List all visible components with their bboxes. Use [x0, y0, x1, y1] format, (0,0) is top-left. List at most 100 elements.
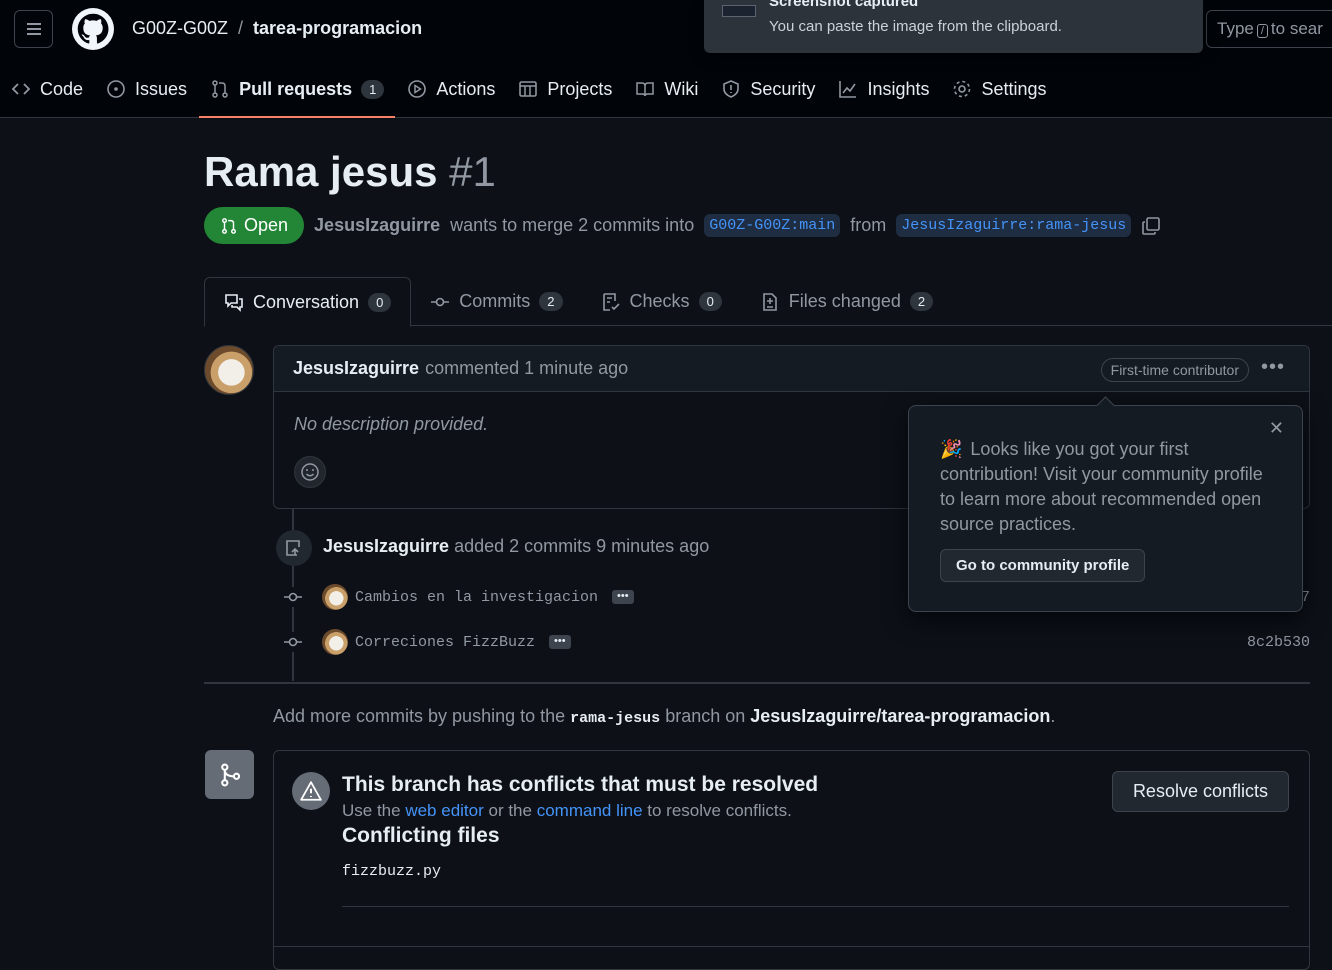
gear-icon	[954, 80, 971, 98]
resolve-conflicts-button[interactable]: Resolve conflicts	[1111, 771, 1289, 812]
github-logo-icon[interactable]	[72, 8, 114, 50]
tab-wiki[interactable]: Wiki	[624, 66, 709, 112]
divider	[342, 906, 1289, 907]
community-profile-button[interactable]: Go to community profile	[940, 549, 1146, 582]
graph-icon	[839, 81, 857, 98]
tab-commits-count: 2	[539, 292, 563, 311]
breadcrumb-separator: /	[238, 18, 244, 38]
first-time-contributor-badge[interactable]: First-time contributor	[1100, 358, 1249, 382]
commit-sha-link[interactable]: 8c2b530	[1247, 634, 1310, 651]
pr-author-link[interactable]: JesusIzaguirre	[314, 215, 440, 236]
tab-insights-label: Insights	[867, 78, 930, 99]
alert-icon	[292, 772, 330, 810]
push-description: added 2 commits 9 minutes ago	[454, 536, 710, 556]
smiley-icon	[301, 463, 319, 481]
avatar[interactable]	[204, 345, 254, 395]
comment-author-link[interactable]: JesusIzaguirre	[293, 358, 419, 379]
commit-message-link[interactable]: Cambios en la investigacion	[355, 589, 598, 606]
pr-tabs: Conversation 0 Commits 2 Checks 0 Files …	[204, 277, 1332, 327]
party-popper-icon: 🎉	[940, 439, 963, 459]
screenshot-thumbnail	[722, 5, 756, 17]
commit-message-link[interactable]: Correciones FizzBuzz	[355, 634, 535, 651]
divider	[274, 946, 1309, 947]
tab-conversation-count: 0	[368, 292, 392, 312]
add-more-middle: branch on	[665, 706, 746, 726]
repo-link[interactable]: tarea-programacion	[253, 18, 422, 39]
tab-issues-label: Issues	[135, 78, 188, 99]
conflict-heading: This branch has conflicts that must be r…	[342, 773, 819, 796]
close-icon[interactable]: ✕	[1269, 418, 1284, 439]
command-line-link[interactable]: command line	[537, 801, 643, 820]
screenshot-toast: Screenshot captured You can paste the im…	[704, 0, 1203, 53]
commit-icon	[431, 297, 450, 306]
use-the-text: Use the	[342, 801, 401, 820]
conflicting-files-heading: Conflicting files	[342, 824, 500, 847]
tab-files-changed-count: 2	[909, 292, 934, 311]
tab-files-changed[interactable]: Files changed 2	[741, 277, 952, 326]
tab-security[interactable]: Security	[710, 66, 826, 112]
tab-settings-label: Settings	[981, 78, 1047, 99]
git-merge-icon	[205, 750, 254, 799]
tab-projects[interactable]: Projects	[507, 66, 623, 112]
repo-push-icon	[276, 530, 312, 566]
tab-code[interactable]: Code	[0, 66, 94, 112]
comment-icon	[225, 294, 243, 312]
popover-message: 🎉 Looks like you got your first contribut…	[940, 437, 1270, 537]
head-branch-link[interactable]: JesusIzaguirre:rama-jesus	[896, 214, 1132, 237]
menu-button[interactable]	[14, 10, 53, 48]
search-placeholder-prefix: Type	[1217, 19, 1254, 38]
kebab-horizontal-icon[interactable]: •••	[1261, 356, 1285, 379]
tab-checks[interactable]: Checks 0	[582, 277, 741, 326]
book-icon	[636, 82, 655, 97]
copy-icon[interactable]	[1141, 216, 1161, 236]
avatar[interactable]	[322, 584, 348, 610]
owner-link[interactable]: G00Z-G00Z	[132, 18, 228, 39]
search-input[interactable]: Type / to sear	[1206, 10, 1332, 48]
list-item: Correciones FizzBuzz ••• 8c2b530	[283, 627, 1310, 657]
head-repo-link[interactable]: JesusIzaguirre/tarea-programacion	[750, 706, 1050, 726]
add-reaction-button[interactable]	[294, 456, 326, 488]
toast-message: You can paste the image from the clipboa…	[769, 18, 1062, 35]
pull-request-icon	[221, 217, 237, 234]
push-author-link[interactable]: JesusIzaguirre	[323, 536, 449, 556]
pr-meta: Open JesusIzaguirre wants to merge 2 com…	[204, 207, 1161, 244]
add-more-prefix: Add more commits by pushing to the	[273, 706, 566, 726]
tab-conversation-label: Conversation	[253, 291, 360, 312]
tab-settings[interactable]: Settings	[941, 66, 1057, 112]
pr-title-text: Rama jesus	[204, 148, 438, 195]
tab-pull-requests[interactable]: Pull requests 1	[199, 66, 396, 118]
tab-conversation[interactable]: Conversation 0	[204, 277, 412, 327]
add-more-suffix: .	[1050, 706, 1056, 726]
commit-icon	[283, 587, 303, 607]
tab-actions[interactable]: Actions	[396, 66, 506, 112]
search-shortcut-key: /	[1256, 24, 1268, 38]
base-branch-link[interactable]: G00Z-G00Z:main	[704, 214, 841, 237]
expand-commit-button[interactable]: •••	[549, 635, 571, 649]
tab-commits-label: Commits	[459, 291, 531, 311]
file-diff-icon	[762, 292, 777, 311]
tab-insights[interactable]: Insights	[827, 66, 940, 112]
tab-checks-count: 0	[698, 292, 722, 311]
expand-commit-button[interactable]: •••	[612, 590, 634, 604]
branch-name: rama-jesus	[570, 710, 661, 727]
tab-code-label: Code	[40, 78, 84, 99]
tab-issues[interactable]: Issues	[95, 66, 198, 112]
merge-box: This branch has conflicts that must be r…	[273, 750, 1310, 970]
tab-commits[interactable]: Commits 2	[411, 277, 581, 326]
or-the-text: or the	[488, 801, 532, 820]
conflicting-file: fizzbuzz.py	[342, 863, 442, 880]
toast-title: Screenshot captured	[769, 0, 919, 10]
tab-files-changed-label: Files changed	[788, 291, 901, 311]
status-badge: Open	[204, 207, 305, 244]
popover-text: Looks like you got your first contributi…	[940, 439, 1263, 534]
web-editor-link[interactable]: web editor	[405, 801, 483, 820]
shield-icon	[723, 80, 740, 98]
from-text: from	[850, 215, 887, 235]
comment-header: JesusIzaguirre commented 1 minute ago Fi…	[274, 346, 1309, 392]
pull-requests-count: 1	[361, 79, 385, 99]
status-label: Open	[244, 215, 289, 235]
avatar[interactable]	[322, 629, 348, 655]
page-title: Rama jesus #1	[204, 148, 496, 196]
tab-pull-requests-label: Pull requests	[239, 78, 353, 99]
hamburger-icon	[26, 28, 41, 30]
